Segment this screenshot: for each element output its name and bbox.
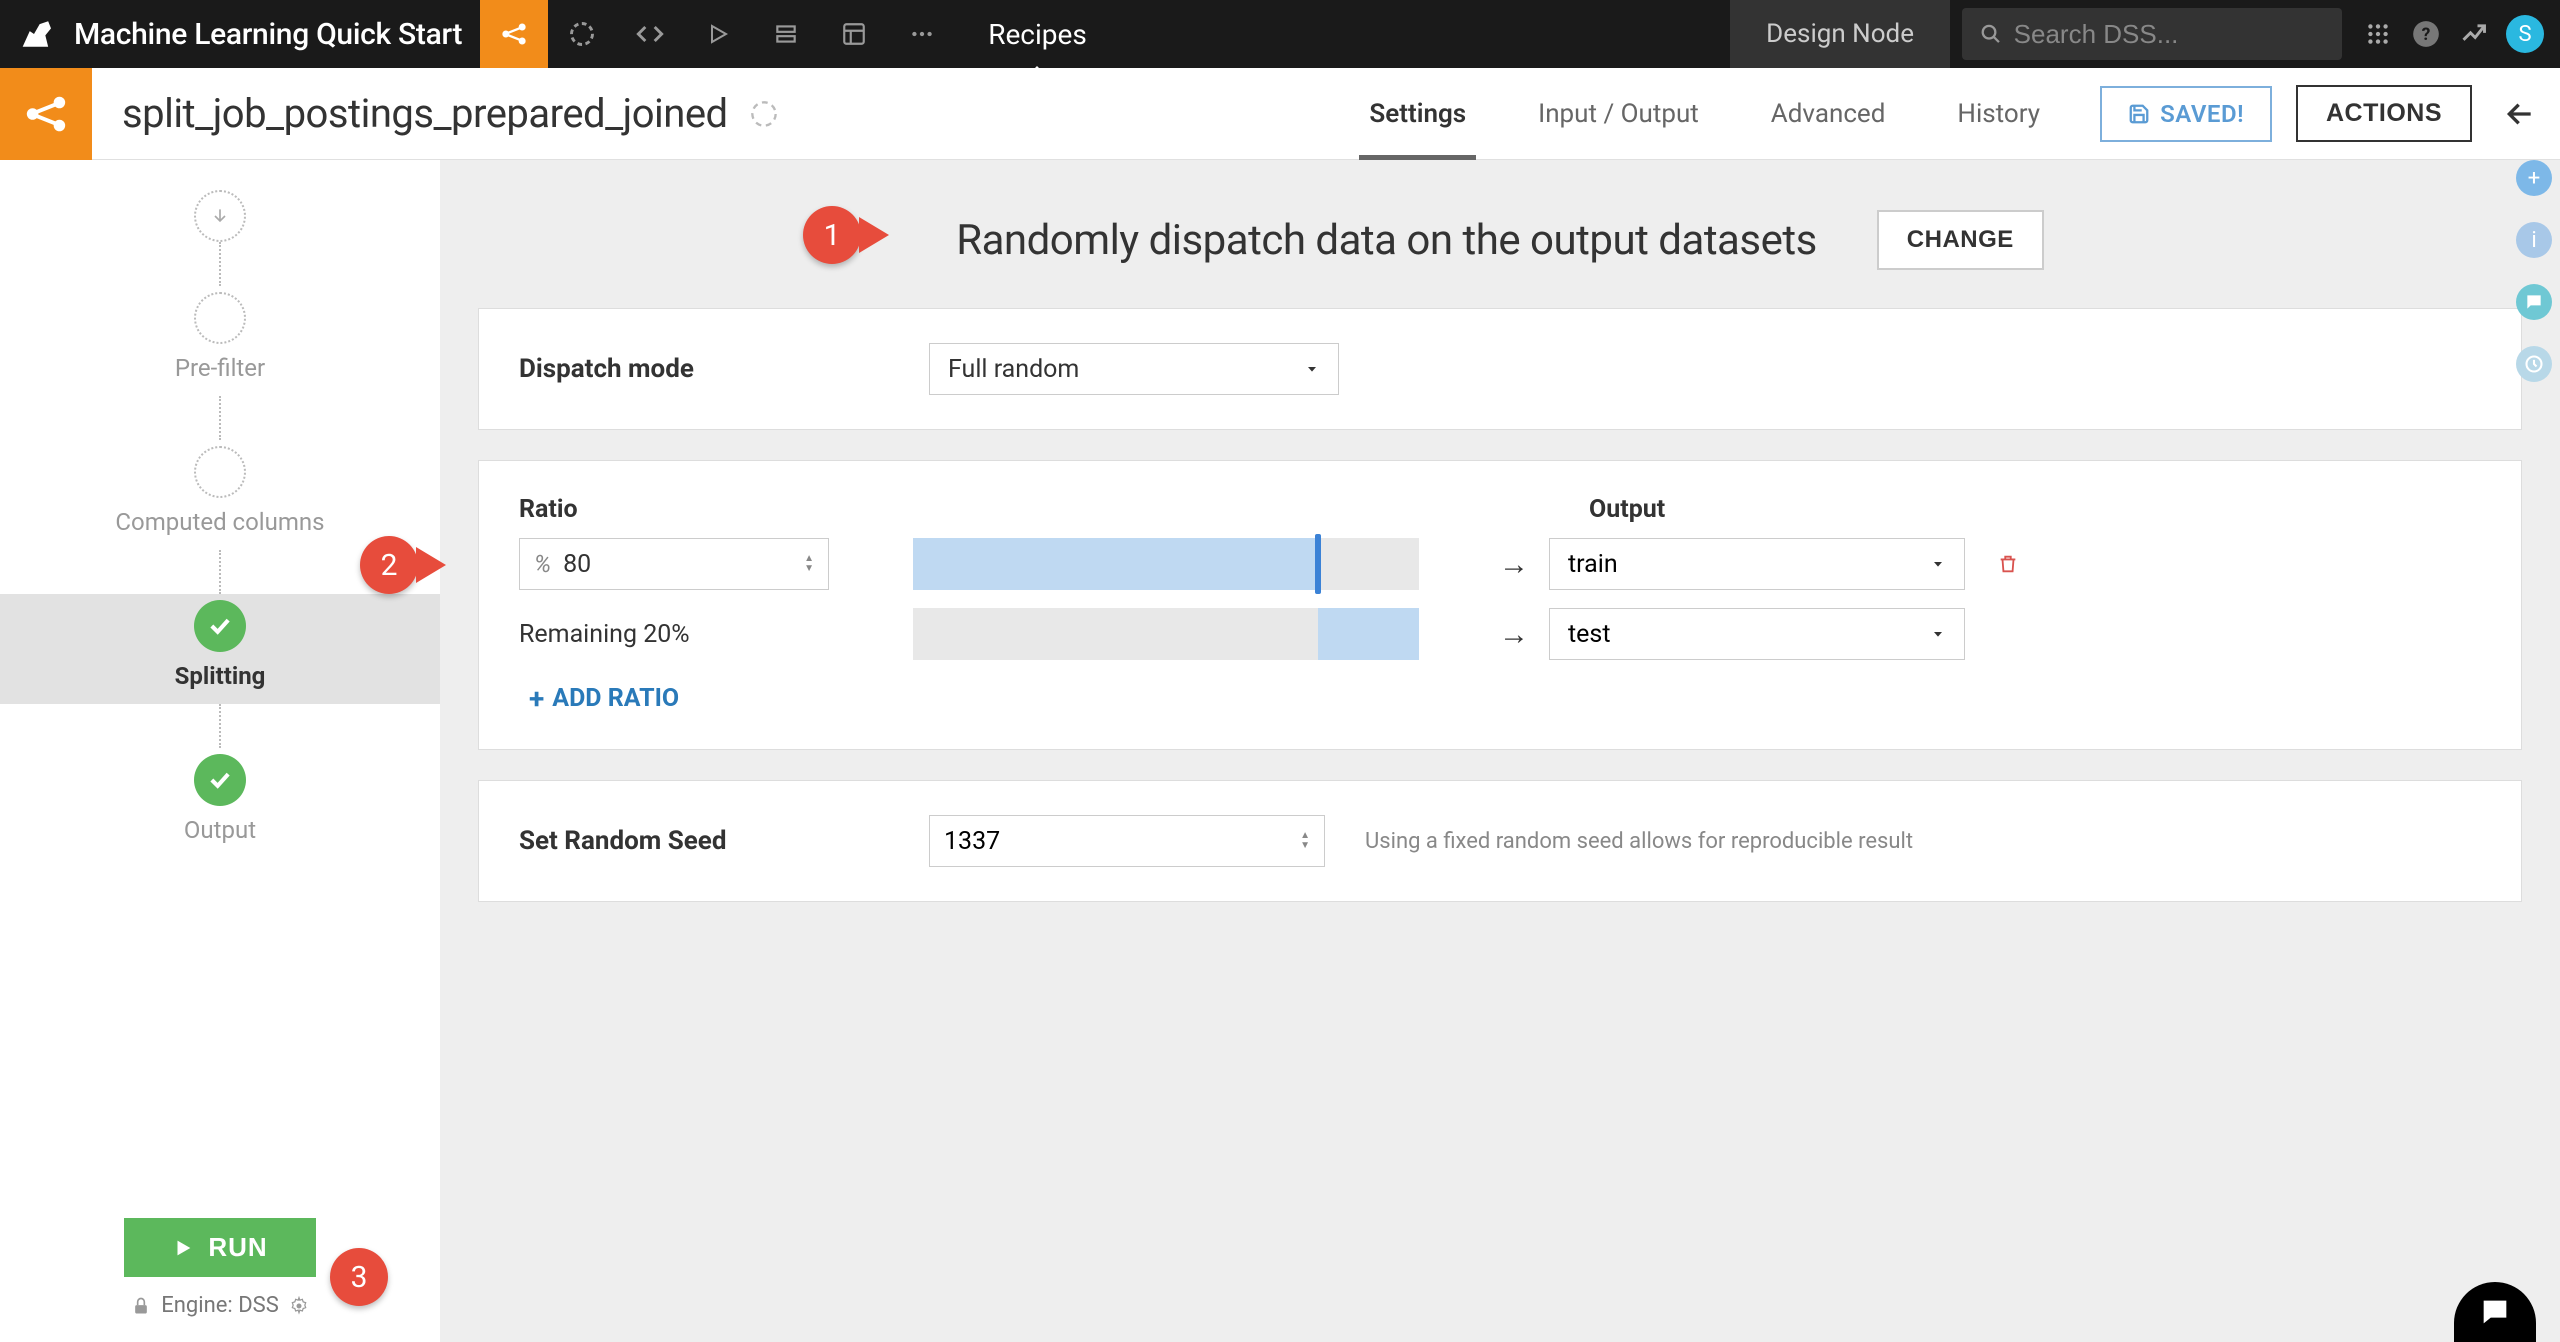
ratio-bar-2 [913,608,1419,660]
tab-input-output[interactable]: Input / Output [1502,68,1735,160]
tab-history[interactable]: History [1921,68,2076,160]
ratio-row-1: % 80 ▲▼ → train [519,538,2481,590]
right-rail: + i [2508,160,2560,382]
svg-text:?: ? [2422,25,2431,45]
ratio-card: Ratio Output % 80 ▲▼ → train [478,460,2522,750]
step-splitting[interactable]: Splitting [0,594,440,704]
help-icon[interactable]: ? [2402,0,2450,68]
add-ratio-button[interactable]: + ADD RATIO [529,682,2481,715]
user-avatar[interactable]: S [2506,15,2544,53]
recipe-name: split_job_postings_prepared_joined [122,90,728,137]
ratio-input[interactable]: % 80 ▲▼ [519,538,829,590]
seed-card: Set Random Seed 1337 ▲▼ Using a fixed ra… [478,780,2522,902]
seed-label: Set Random Seed [519,826,889,856]
gear-icon[interactable] [289,1296,309,1316]
input-node-icon[interactable] [194,190,246,242]
page-title: Randomly dispatch data on the output dat… [956,216,1817,265]
tab-settings[interactable]: Settings [1333,68,1502,160]
stack-icon[interactable] [752,0,820,68]
recipes-breadcrumb[interactable]: Recipes [956,0,1119,68]
flow-icon[interactable] [480,0,548,68]
actions-button[interactable]: ACTIONS [2296,85,2472,142]
arrow-icon: → [1479,547,1549,582]
dispatch-card: Dispatch mode Full random [478,308,2522,430]
more-icon[interactable] [888,0,956,68]
spinner-icon[interactable]: ▲▼ [1300,831,1310,851]
chevron-down-icon [1304,361,1320,377]
seed-help-text: Using a fixed random seed allows for rep… [1365,829,1913,854]
annotation-2: 2 [360,536,418,594]
steps-sidebar: Pre-filter Computed columns Splitting Ou… [0,160,440,1342]
dispatch-mode-label: Dispatch mode [519,354,889,384]
change-button[interactable]: CHANGE [1877,210,2044,270]
main-content: Randomly dispatch data on the output dat… [440,160,2560,1342]
code-icon[interactable] [616,0,684,68]
play-icon [172,1237,194,1259]
top-navbar: Machine Learning Quick Start Recipes Des… [0,0,2560,68]
chevron-down-icon [1930,556,1946,572]
refresh-icon[interactable] [750,100,778,128]
check-icon [194,600,246,652]
ratio-row-remaining: Remaining 20% → test [519,608,2481,660]
annotation-1: 1 [803,206,861,264]
search-icon [1980,22,2002,46]
apps-icon[interactable] [2354,0,2402,68]
logo-icon[interactable] [0,0,68,68]
search-box[interactable] [1962,8,2342,60]
dashboard-icon[interactable] [820,0,888,68]
play-icon[interactable] [684,0,752,68]
remaining-label: Remaining 20% [519,620,913,649]
run-button[interactable]: RUN [124,1218,315,1277]
ratio-heading: Ratio [519,495,1589,524]
step-prefilter[interactable]: Pre-filter [0,286,440,396]
check-icon [194,754,246,806]
delete-ratio-button[interactable] [1997,553,2019,575]
rail-add-icon[interactable]: + [2516,160,2552,196]
tab-advanced[interactable]: Advanced [1735,68,1922,160]
trend-icon[interactable] [2450,0,2498,68]
nav-circle-icon[interactable] [548,0,616,68]
arrow-icon: → [1479,617,1549,652]
slider-handle[interactable] [1315,534,1321,594]
design-node-label[interactable]: Design Node [1730,0,1950,68]
chevron-down-icon [1930,626,1946,642]
engine-info[interactable]: Engine: DSS [131,1293,309,1318]
lock-icon [131,1296,151,1316]
rail-info-icon[interactable]: i [2516,222,2552,258]
annotation-3: 3 [330,1248,388,1306]
saved-indicator: SAVED! [2100,86,2272,142]
spinner-icon[interactable]: ▲▼ [804,554,814,574]
back-icon[interactable] [2496,98,2544,130]
dispatch-mode-select[interactable]: Full random [929,343,1339,395]
project-title[interactable]: Machine Learning Quick Start [68,17,480,52]
output-select-test[interactable]: test [1549,608,1965,660]
recipe-type-icon [0,68,92,160]
rail-history-icon[interactable] [2516,346,2552,382]
ratio-bar-1[interactable] [913,538,1419,590]
search-input[interactable] [2014,19,2324,50]
rail-comment-icon[interactable] [2516,284,2552,320]
output-select-train[interactable]: train [1549,538,1965,590]
output-heading: Output [1589,495,1665,524]
step-output[interactable]: Output [0,748,440,858]
seed-input[interactable]: 1337 ▲▼ [929,815,1325,867]
recipe-header: split_job_postings_prepared_joined Setti… [0,68,2560,160]
step-computed-columns[interactable]: Computed columns [0,440,440,550]
save-icon [2128,103,2150,125]
